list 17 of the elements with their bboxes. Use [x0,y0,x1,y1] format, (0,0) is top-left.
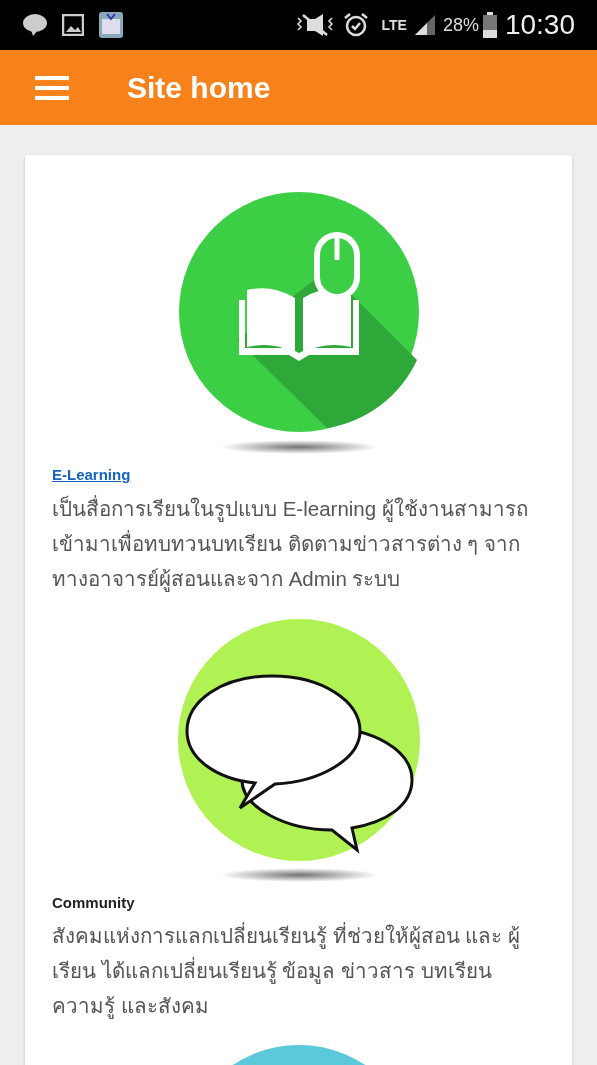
clock-time: 10:30 [504,8,575,42]
item-description: เป็นสื่อการเรียนในรูปแบบ E-learning ผู้ใช้งานสามารถเข้ามาเพื่อทบทวนบทเรียน ติดตามข่าวสารต่าง ๆ จากทางอาจารย์ผู้สอนและจาก Admin ระบบ [52,494,529,594]
vibrate-mute-icon [295,13,336,37]
gift-icon [98,11,124,39]
page-title: Site home [127,70,271,106]
title-link[interactable]: E-Learning [52,464,131,487]
item-title: Community [52,892,135,913]
image-icon [62,14,84,36]
item-description: สังคมแห่งการแลกเปลี่ยนเรียนรู้ ที่ช่วยให้ผู้สอน และ ผู้เรียน ได้แลกเปลี่ยนเรียนรู้ ข้อมูล ข่าวสาร บทเรียน ความรู้ และสังคม [52,921,522,1021]
menu-button[interactable] [35,75,69,100]
alarm-clock-icon [343,12,370,38]
network-type: LTE [381,18,407,32]
book-and-mouse-icon [176,190,421,434]
battery-percent: 28% [442,13,479,37]
speech-bubbles-icon [176,617,421,862]
battery-icon [482,12,497,38]
chat-bubble-icon [22,13,48,37]
